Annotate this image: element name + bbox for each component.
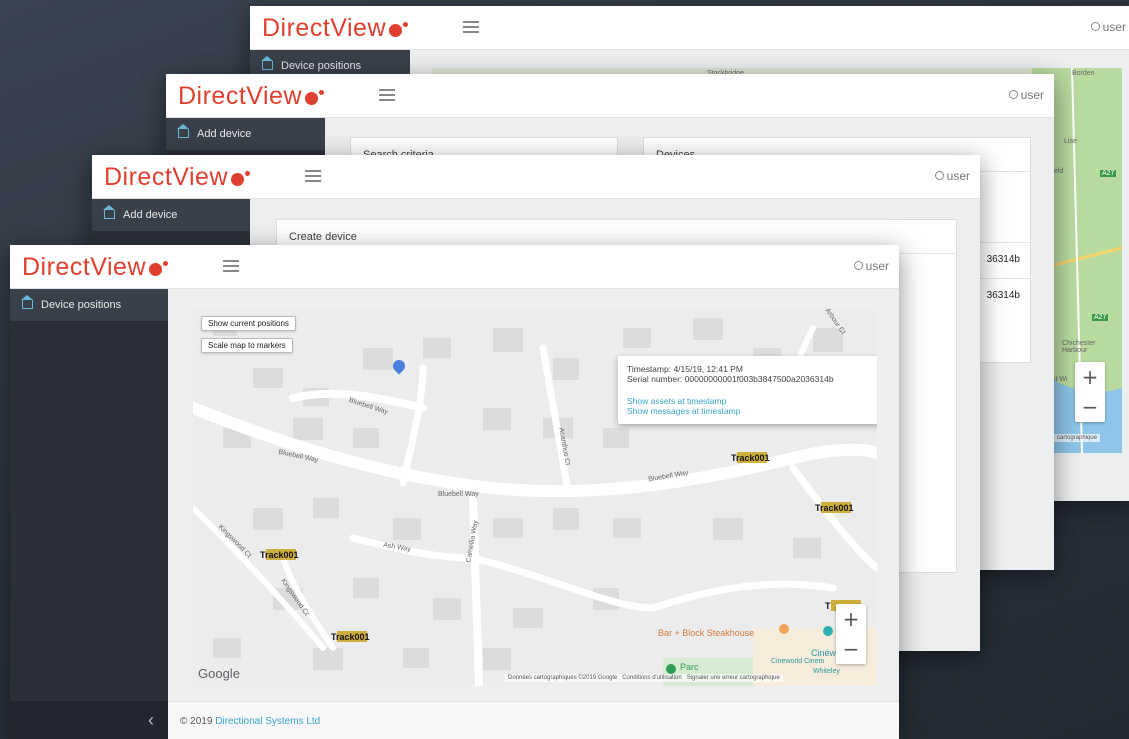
window-device-positions: DirectView user Device positions ‹ Show … <box>10 245 899 739</box>
report-error-link[interactable]: Signaler une erreur cartographique <box>687 675 780 681</box>
zoom-in-button[interactable]: + <box>1075 362 1105 392</box>
cinema-icon <box>823 626 833 636</box>
user-menu[interactable]: user <box>934 169 970 183</box>
sidebar-collapse-button[interactable]: ‹ <box>10 701 168 739</box>
park-icon <box>666 664 676 674</box>
zoom-controls: + − <box>836 604 866 664</box>
top-bar: DirectView user <box>92 155 980 199</box>
home-icon <box>177 124 189 138</box>
road-badge: A27 <box>1100 170 1117 177</box>
tooltip-serial: Serial number: 00000000001f003b3847500a2… <box>627 374 834 384</box>
show-assets-link[interactable]: Show assets at timestamp <box>627 396 871 406</box>
top-bar: DirectView user <box>250 6 1129 50</box>
zoom-out-button[interactable]: − <box>1075 392 1105 422</box>
show-messages-link[interactable]: Show messages at timestamp <box>627 406 871 416</box>
user-icon <box>1008 90 1018 99</box>
user-menu[interactable]: user <box>1090 20 1126 34</box>
poi-label: Whiteley <box>813 668 840 675</box>
map-label: eld <box>1054 168 1064 175</box>
brand-logo: DirectView <box>178 82 325 111</box>
home-icon <box>103 205 115 219</box>
poi-label: Bar + Block Steakhouse <box>658 628 755 638</box>
user-icon <box>934 171 944 180</box>
zoom-out-button[interactable]: − <box>836 634 866 664</box>
poi-label: Parc <box>680 662 699 672</box>
sidebar-item-device-positions[interactable]: Device positions <box>10 289 168 321</box>
sidebar: Device positions ‹ <box>10 289 168 739</box>
device-marker[interactable]: Track001 <box>331 631 370 642</box>
device-marker[interactable]: Track001 <box>260 549 299 560</box>
brand-logo: DirectView <box>22 253 169 282</box>
menu-icon[interactable] <box>379 89 395 102</box>
street-label: Bluebell Way <box>438 491 479 498</box>
map-attribution: cartographique <box>1054 434 1101 442</box>
tooltip-timestamp: Timestamp: 4/15/19, 12:41 PM <box>627 364 743 374</box>
home-icon <box>21 295 33 309</box>
menu-icon[interactable] <box>463 21 479 34</box>
map-label: Borden <box>1072 70 1095 77</box>
footer-copyright: © 2019 <box>180 716 213 727</box>
company-link[interactable]: Directional Systems Ltd <box>215 716 320 727</box>
top-bar: DirectView user <box>10 245 899 289</box>
terms-link[interactable]: Conditions d'utilisation <box>622 675 682 681</box>
poi-label: Cineworld Cinem <box>771 658 825 665</box>
top-bar: DirectView user <box>166 74 1054 118</box>
show-current-positions-button[interactable]: Show current positions <box>201 316 296 331</box>
brand-logo: DirectView <box>262 14 409 43</box>
brand-logo: DirectView <box>104 163 251 192</box>
map-label: st Wi <box>1052 376 1068 383</box>
scale-map-to-markers-button[interactable]: Scale map to markers <box>201 338 293 353</box>
menu-icon[interactable] <box>305 170 321 183</box>
serial-cell: 36314b <box>986 290 1020 301</box>
google-logo: Google <box>198 666 240 681</box>
marker-info-tooltip: Timestamp: 4/15/19, 12:41 PM Serial numb… <box>618 356 877 424</box>
home-icon <box>261 56 273 70</box>
road-badge: A27 <box>1092 314 1109 321</box>
user-icon <box>1090 22 1100 31</box>
zoom-in-button[interactable]: + <box>836 604 866 634</box>
user-icon <box>853 261 863 270</box>
user-menu[interactable]: user <box>853 259 889 273</box>
footer: © 2019 Directional Systems Ltd <box>168 701 899 739</box>
device-map[interactable]: Show current positions Scale map to mark… <box>193 308 877 686</box>
poi-label: Cinéw <box>811 648 837 658</box>
map-label: Lise <box>1064 138 1077 145</box>
sidebar-item-add-device[interactable]: Add device <box>166 118 325 150</box>
sidebar-item-add-device[interactable]: Add device <box>92 199 250 231</box>
menu-icon[interactable] <box>223 260 239 273</box>
device-marker[interactable]: Track001 <box>815 502 854 513</box>
device-marker[interactable]: T <box>825 600 861 611</box>
map-attribution: Données cartographiques ©2019 Google Con… <box>505 674 783 682</box>
zoom-controls: + − <box>1075 362 1105 422</box>
restaurant-icon <box>779 624 789 634</box>
map-label: Chichester Harbour <box>1062 340 1096 354</box>
serial-cell: 36314b <box>986 254 1020 265</box>
device-marker[interactable]: Track001 <box>731 452 770 463</box>
user-menu[interactable]: user <box>1008 88 1044 102</box>
